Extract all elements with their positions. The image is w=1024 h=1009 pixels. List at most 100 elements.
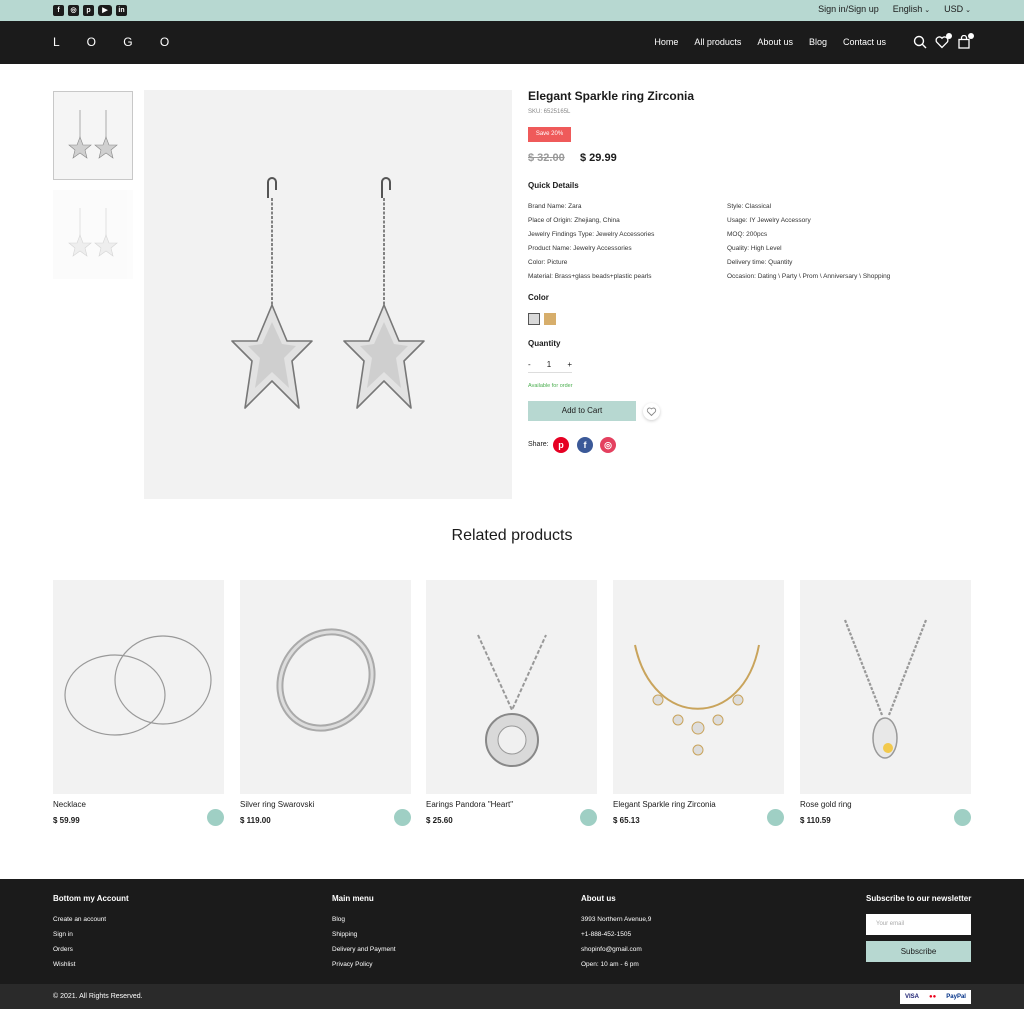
- add-to-cart-icon[interactable]: [954, 809, 971, 826]
- footer-link[interactable]: Wishlist: [53, 957, 129, 972]
- facebook-icon[interactable]: f: [53, 5, 64, 16]
- footer-link[interactable]: Sign in: [53, 927, 129, 942]
- footer-link[interactable]: Privacy Policy: [332, 957, 396, 972]
- product-card[interactable]: Silver ring Swarovski $ 119.00: [240, 580, 411, 826]
- signin-link[interactable]: Sign in/Sign up: [818, 4, 879, 14]
- detail-product-name: Product Name: Jewelry Accessories: [528, 245, 632, 252]
- sale-badge: Save 20%: [528, 127, 571, 142]
- chevron-down-icon: ⌄: [924, 7, 931, 14]
- product-card-name[interactable]: Rose gold ring: [800, 800, 852, 809]
- bag-icon[interactable]: [957, 33, 974, 49]
- footer-hours: Open: 10 am - 6 pm: [581, 961, 639, 968]
- product-card-name[interactable]: Necklace: [53, 800, 86, 809]
- instagram-icon[interactable]: ◎: [68, 5, 79, 16]
- pinterest-icon[interactable]: p: [83, 5, 94, 16]
- add-to-cart-icon[interactable]: [394, 809, 411, 826]
- product-card[interactable]: Elegant Sparkle ring Zirconia $ 65.13: [613, 580, 784, 826]
- product-card-name[interactable]: Elegant Sparkle ring Zirconia: [613, 800, 716, 809]
- footer-address: 3993 Northern Avenue,9: [581, 916, 652, 923]
- detail-occasion: Occasion: Dating \ Party \ Prom \ Annive…: [727, 273, 891, 280]
- detail-color: Color: Picture: [528, 259, 568, 266]
- product-card-image[interactable]: [426, 580, 597, 794]
- color-swatch-silver[interactable]: [528, 313, 540, 325]
- search-icon[interactable]: [913, 35, 927, 49]
- language-label: English: [892, 4, 923, 14]
- share-instagram-icon[interactable]: ◎: [600, 437, 616, 453]
- top-bar: f ◎ p ▶ in Sign in/Sign up English ⌄ USD ⌄: [0, 0, 1024, 21]
- main-header: L O G O Home All products About us Blog …: [0, 21, 1024, 64]
- add-to-cart-button[interactable]: Add to Cart: [528, 401, 636, 421]
- footer-link[interactable]: Orders: [53, 942, 129, 957]
- detail-origin: Place of Origin: Zhejiang, China: [528, 217, 620, 224]
- detail-delivery: Delivery time: Quantity: [727, 259, 793, 266]
- language-select[interactable]: English ⌄: [893, 4, 930, 14]
- product-card[interactable]: Necklace $ 59.99: [53, 580, 224, 826]
- visa-icon: VISA: [905, 994, 920, 1000]
- linkedin-icon[interactable]: in: [116, 5, 127, 16]
- subscribe-button[interactable]: Subscribe: [866, 941, 971, 962]
- wishlist-badge: [946, 33, 952, 39]
- currency-select[interactable]: USD ⌄: [944, 4, 971, 14]
- share-label: Share:: [528, 441, 549, 448]
- footer-email[interactable]: shopinfo@gmail.com: [581, 942, 651, 957]
- product-card[interactable]: Rose gold ring $ 110.59: [800, 580, 971, 826]
- related-products-title: Related products: [451, 527, 573, 544]
- logo[interactable]: L O G O: [53, 35, 181, 49]
- nav-about-us[interactable]: About us: [757, 37, 793, 47]
- top-right-links: Sign in/Sign up English ⌄ USD ⌄: [818, 4, 971, 14]
- main-nav: Home All products About us Blog Contact …: [654, 37, 886, 47]
- thumbnail-1[interactable]: [53, 91, 133, 180]
- detail-findings-type: Jewelry Findings Type: Jewelry Accessori…: [528, 231, 655, 238]
- product-card-name[interactable]: Earings Pandora "Heart": [426, 800, 513, 809]
- quantity-title: Quantity: [528, 339, 561, 348]
- quantity-minus-button[interactable]: -: [528, 360, 531, 372]
- newsletter: Subscribe to our newsletter Your email S…: [866, 894, 971, 962]
- share-facebook-icon[interactable]: f: [577, 437, 593, 453]
- product-card-price: $ 59.99: [53, 816, 80, 825]
- heart-icon[interactable]: [935, 33, 952, 49]
- details-left-column: Brand Name: Zara Place of Origin: Zhejia…: [528, 200, 654, 284]
- product-card-price: $ 110.59: [800, 816, 831, 825]
- wishlist-button[interactable]: [643, 403, 660, 420]
- footer-account-title: Bottom my Account: [53, 894, 129, 903]
- copyright: © 2021. All Rights Reserved.: [53, 993, 143, 1000]
- quantity-value[interactable]: 1: [547, 360, 551, 372]
- color-swatch-gold[interactable]: [544, 313, 556, 325]
- bottom-bar: © 2021. All Rights Reserved. VISA ●● Pay…: [0, 984, 1024, 1009]
- detail-usage: Usage: IY Jewelry Accessory: [727, 217, 811, 224]
- add-to-cart-icon[interactable]: [767, 809, 784, 826]
- footer-phone[interactable]: +1-888-452-1505: [581, 927, 651, 942]
- footer-account-column: Bottom my Account Create an account Sign…: [53, 894, 129, 972]
- footer-link[interactable]: Blog: [332, 912, 396, 927]
- paypal-icon: PayPal: [946, 994, 966, 1000]
- detail-brand: Brand Name: Zara: [528, 203, 582, 210]
- thumbnail-2[interactable]: [53, 190, 133, 279]
- quantity-plus-button[interactable]: +: [567, 360, 572, 372]
- share-pinterest-icon[interactable]: p: [553, 437, 569, 453]
- cart-badge: [968, 33, 974, 39]
- nav-contact-us[interactable]: Contact us: [843, 37, 886, 47]
- product-card-image[interactable]: [53, 580, 224, 794]
- footer-link[interactable]: Delivery and Payment: [332, 942, 396, 957]
- newsletter-title: Subscribe to our newsletter: [866, 894, 972, 903]
- add-to-cart-icon[interactable]: [207, 809, 224, 826]
- nav-home[interactable]: Home: [654, 37, 678, 47]
- youtube-icon[interactable]: ▶: [98, 5, 112, 16]
- product-card-image[interactable]: [800, 580, 971, 794]
- nav-blog[interactable]: Blog: [809, 37, 827, 47]
- footer-link[interactable]: Shipping: [332, 927, 396, 942]
- footer-about-column: About us 3993 Northern Avenue,9 +1-888-4…: [581, 894, 651, 972]
- product-card[interactable]: Earings Pandora "Heart" $ 25.60: [426, 580, 597, 826]
- newsletter-email-input[interactable]: Your email: [866, 914, 971, 935]
- detail-quality: Quality: High Level: [727, 245, 782, 252]
- product-card-image[interactable]: [240, 580, 411, 794]
- availability-status: Available for order: [528, 383, 573, 389]
- add-to-cart-icon[interactable]: [580, 809, 597, 826]
- product-card-price: $ 119.00: [240, 816, 271, 825]
- product-card-image[interactable]: [613, 580, 784, 794]
- footer-link[interactable]: Create an account: [53, 912, 129, 927]
- footer-menu-column: Main menu Blog Shipping Delivery and Pay…: [332, 894, 396, 972]
- product-card-name[interactable]: Silver ring Swarovski: [240, 800, 314, 809]
- product-sku: SKU: 6525165L: [528, 109, 571, 115]
- nav-all-products[interactable]: All products: [694, 37, 741, 47]
